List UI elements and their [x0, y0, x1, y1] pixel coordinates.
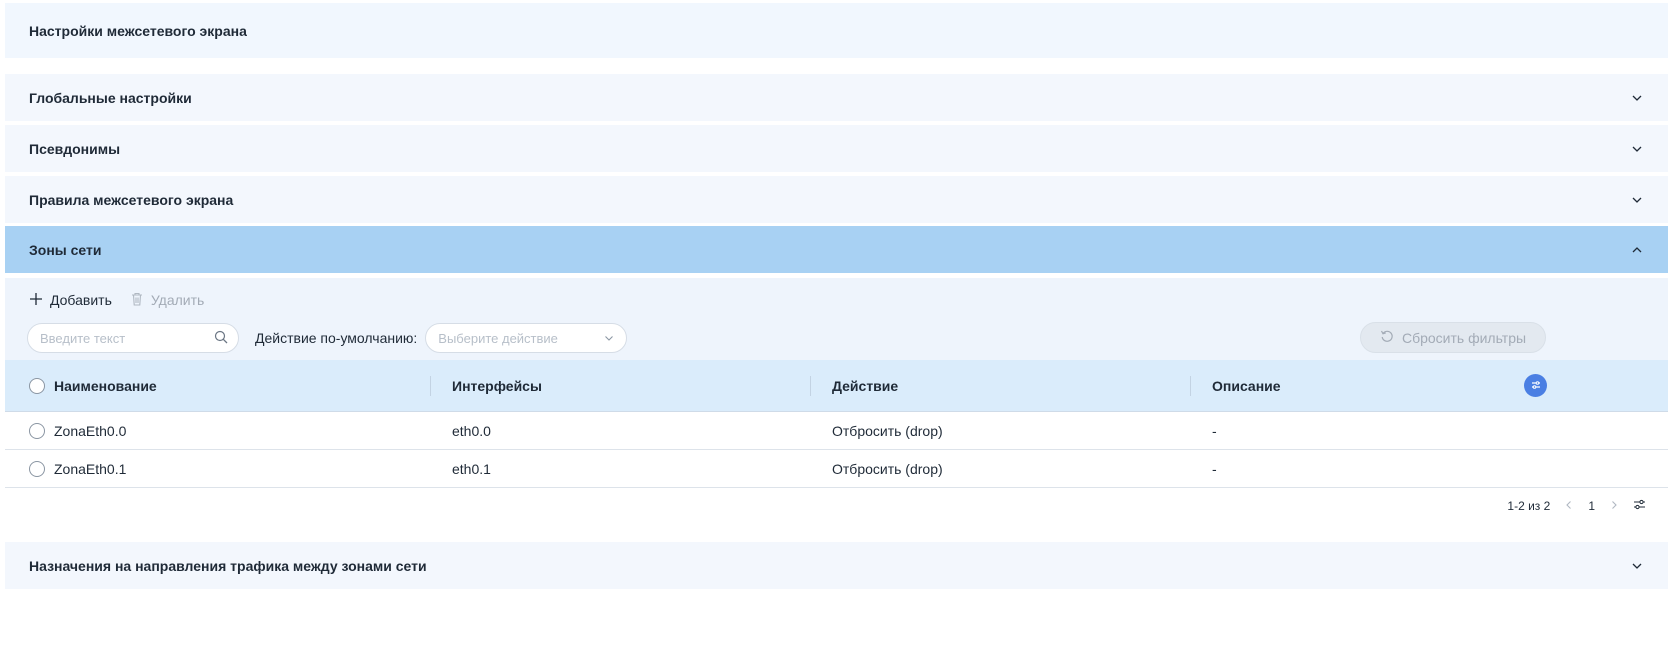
cell-action: Отбросить (drop)	[832, 423, 943, 439]
reset-icon	[1380, 329, 1394, 346]
zones-toolbar: Добавить Удалить	[29, 289, 204, 311]
table-row[interactable]: ZonaEth0.0 eth0.0 Отбросить (drop) -	[5, 412, 1668, 450]
column-header-description[interactable]: Описание	[1212, 360, 1281, 412]
trash-icon	[130, 292, 144, 309]
cell-name: ZonaEth0.1	[54, 461, 127, 477]
panel-global-settings-label: Глобальные настройки	[29, 89, 192, 106]
default-action-label: Действие по-умолчанию:	[255, 330, 418, 346]
row-checkbox[interactable]	[29, 412, 45, 450]
panel-traffic-assignments[interactable]: Назначения на направления трафика между …	[5, 542, 1668, 589]
panel-firewall-rules-label: Правила межсетевого экрана	[29, 191, 234, 208]
column-settings-icon	[1530, 378, 1542, 394]
select-all-checkbox[interactable]	[29, 360, 45, 412]
panel-aliases[interactable]: Псевдонимы	[5, 125, 1668, 172]
add-button-label: Добавить	[50, 292, 112, 308]
chevron-down-icon	[1630, 142, 1644, 156]
chevron-left-icon[interactable]	[1564, 499, 1574, 513]
chevron-down-icon	[604, 331, 614, 346]
reset-filters-label: Сбросить фильтры	[1401, 329, 1527, 346]
chevron-right-icon[interactable]	[1609, 499, 1619, 513]
row-checkbox[interactable]	[29, 450, 45, 488]
column-header-action[interactable]: Действие	[832, 360, 898, 412]
zones-filters: Действие по-умолчанию: Выберите действие	[27, 323, 628, 353]
table-header: Наименование Интерфейсы Действие Описани…	[5, 360, 1668, 412]
panel-traffic-assignments-label: Назначения на направления трафика между …	[29, 557, 427, 574]
cell-name: ZonaEth0.0	[54, 423, 127, 439]
firewall-settings-page: Настройки межсетевого экрана Глобальные …	[5, 3, 1668, 670]
reset-filters-button[interactable]: Сбросить фильтры	[1360, 322, 1546, 353]
delete-button-label: Удалить	[150, 292, 205, 308]
column-settings-button[interactable]	[1524, 374, 1547, 397]
page-title: Настройки межсетевого экрана	[5, 3, 1668, 58]
panel-firewall-rules[interactable]: Правила межсетевого экрана	[5, 176, 1668, 223]
panel-aliases-label: Псевдонимы	[29, 140, 121, 157]
search-icon[interactable]	[214, 330, 228, 347]
table-row[interactable]: ZonaEth0.1 eth0.1 Отбросить (drop) -	[5, 450, 1668, 488]
cell-interfaces: eth0.1	[452, 461, 491, 477]
cell-description: -	[1212, 461, 1217, 477]
chevron-down-icon	[1630, 193, 1644, 207]
network-zones-body: Добавить Удалить Действие по-умолчанию: …	[5, 278, 1668, 360]
column-header-interfaces[interactable]: Интерфейсы	[452, 360, 542, 412]
current-page[interactable]: 1	[1588, 499, 1595, 513]
column-divider[interactable]	[810, 376, 811, 396]
zones-table: Наименование Интерфейсы Действие Описани…	[5, 360, 1668, 488]
pagination-range: 1-2 из 2	[1507, 499, 1551, 513]
column-divider[interactable]	[430, 376, 431, 396]
sliders-icon[interactable]	[1633, 498, 1646, 514]
plus-icon	[29, 292, 43, 309]
cell-action: Отбросить (drop)	[832, 461, 943, 477]
add-button[interactable]: Добавить	[29, 292, 112, 309]
panel-network-zones-label: Зоны сети	[29, 241, 102, 258]
cell-interfaces: eth0.0	[452, 423, 491, 439]
chevron-down-icon	[1630, 559, 1644, 573]
search-input[interactable]	[40, 330, 200, 346]
chevron-down-icon	[1630, 91, 1644, 105]
column-header-name[interactable]: Наименование	[54, 360, 157, 412]
search-field[interactable]	[27, 323, 239, 353]
delete-button[interactable]: Удалить	[130, 292, 204, 309]
chevron-up-icon	[1630, 243, 1644, 257]
column-divider[interactable]	[1190, 376, 1191, 396]
cell-description: -	[1212, 423, 1217, 439]
panel-global-settings[interactable]: Глобальные настройки	[5, 74, 1668, 121]
panel-network-zones[interactable]: Зоны сети	[5, 226, 1668, 273]
pagination: 1-2 из 2 1	[5, 491, 1668, 521]
default-action-placeholder: Выберите действие	[438, 330, 558, 346]
default-action-select[interactable]: Выберите действие	[425, 323, 628, 353]
